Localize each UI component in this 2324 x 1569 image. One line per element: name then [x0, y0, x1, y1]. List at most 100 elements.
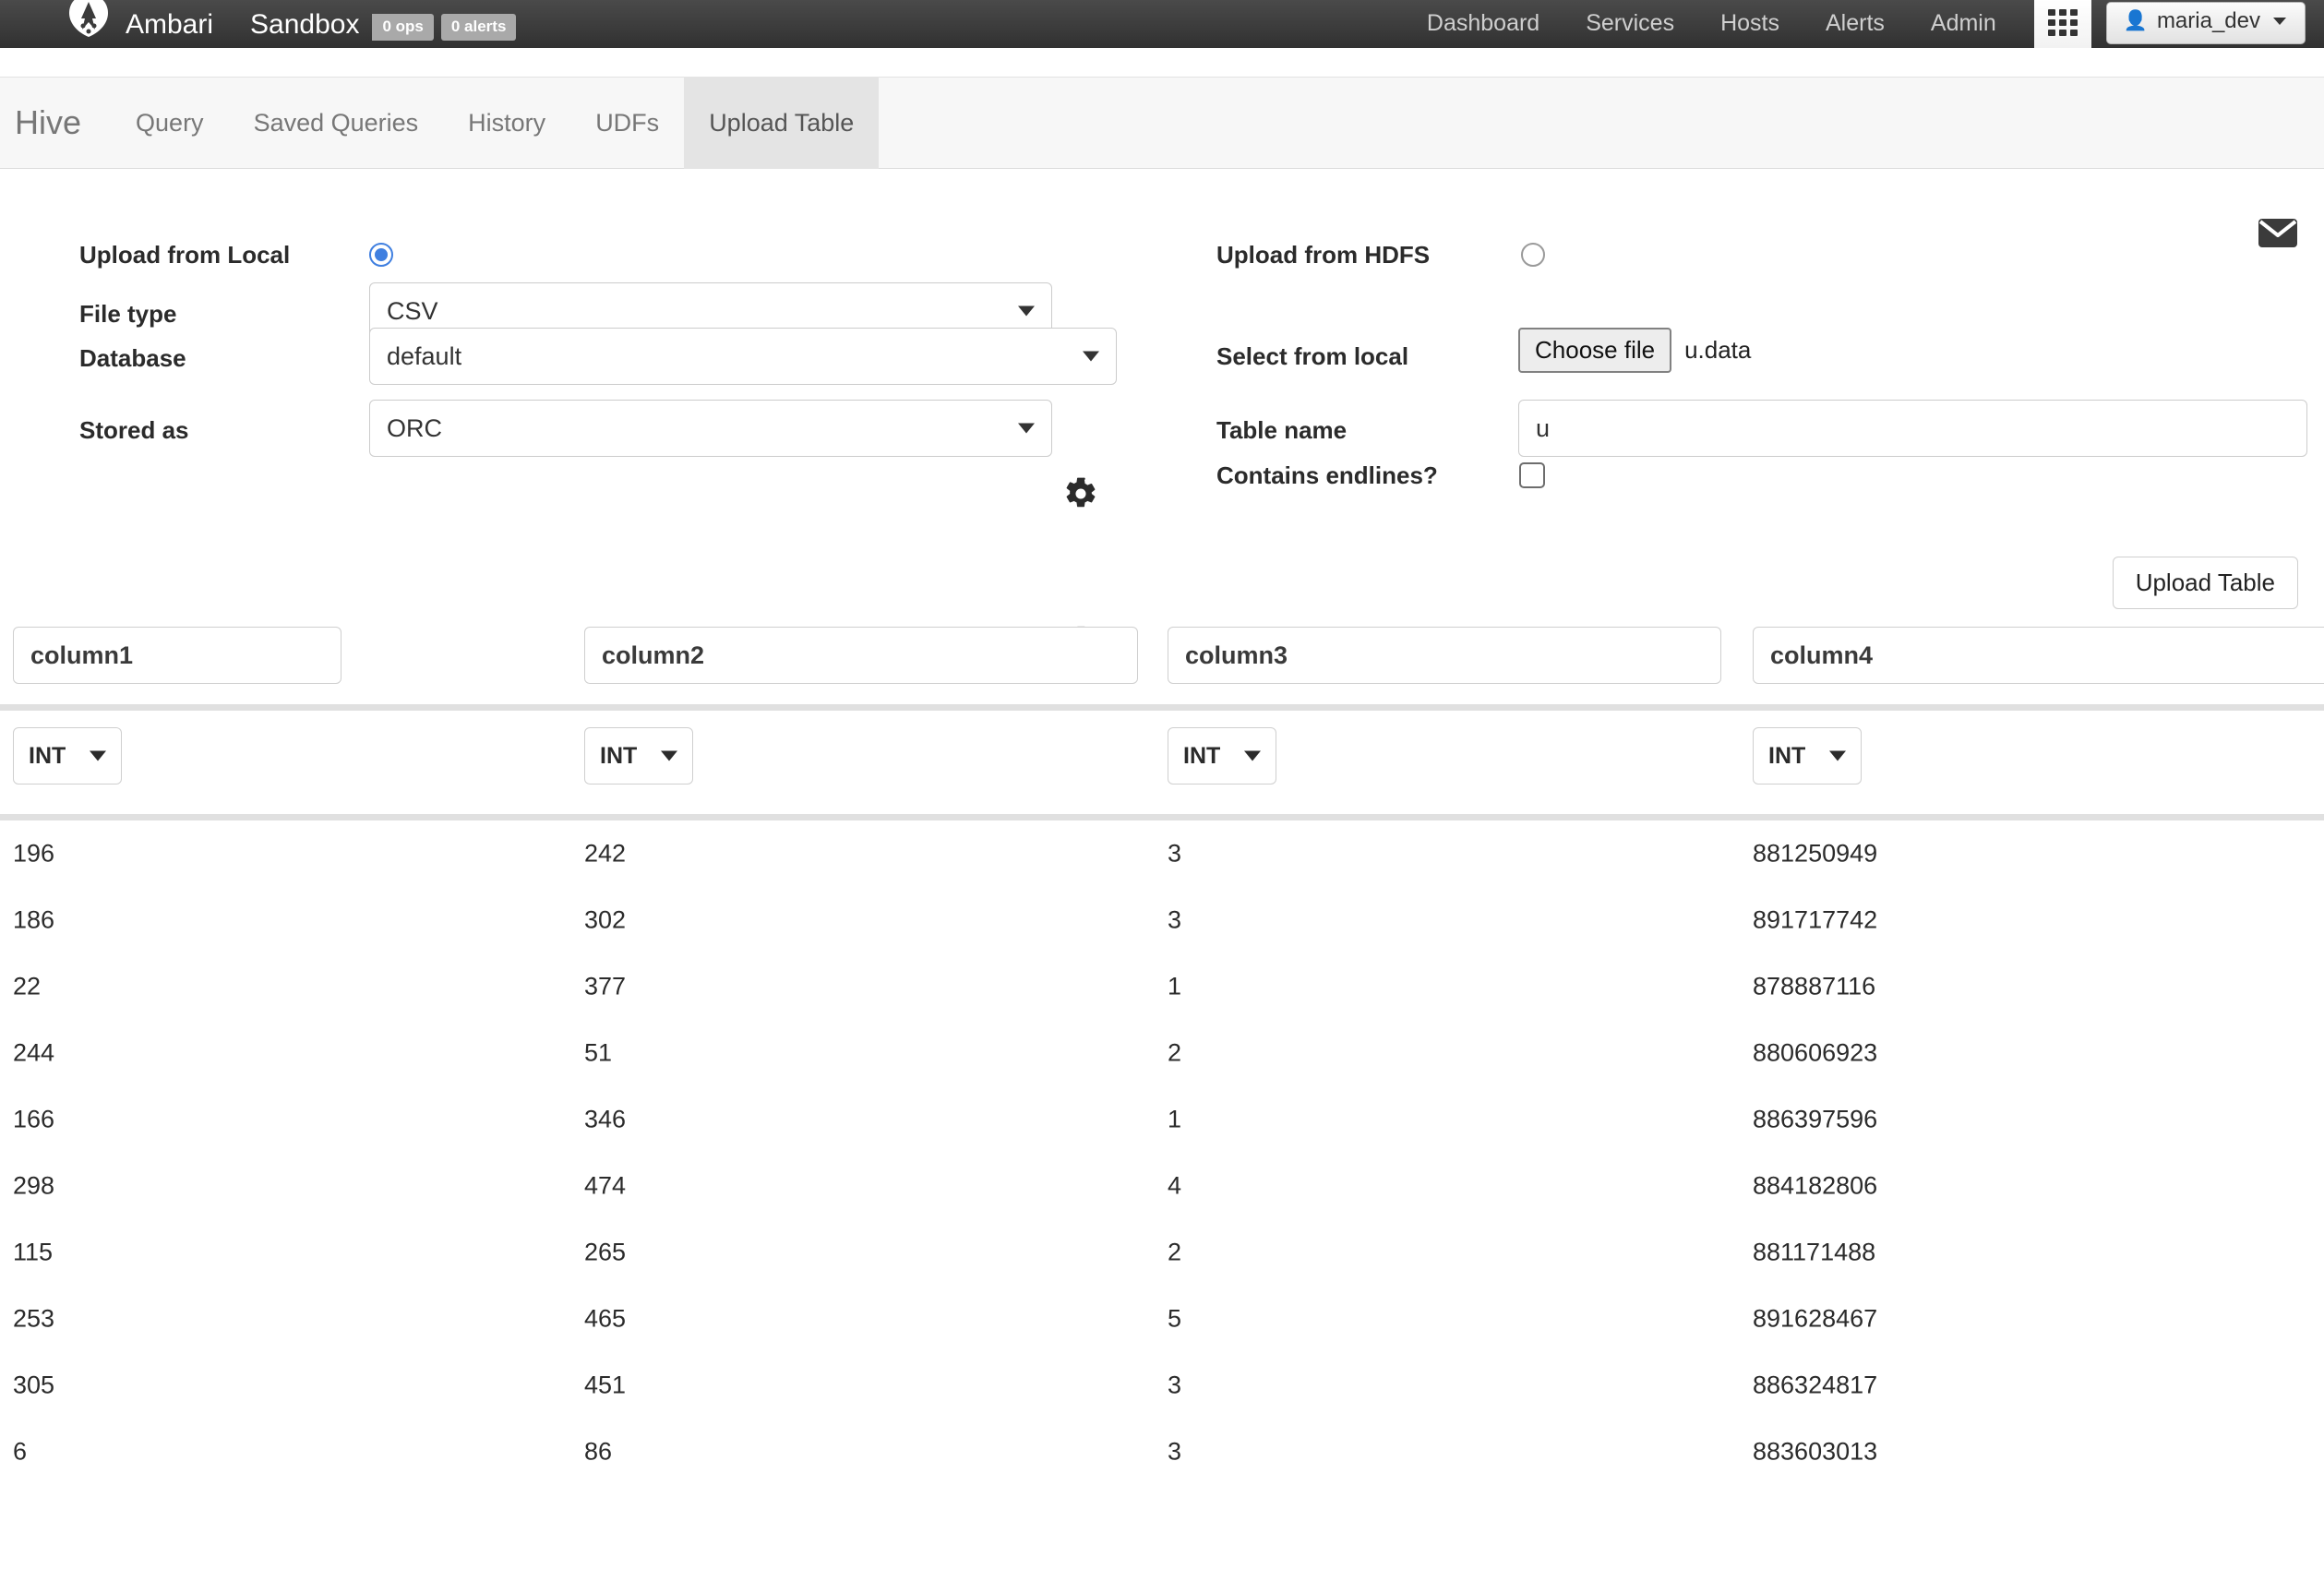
contains-endlines-checkbox[interactable]: [1519, 462, 1545, 488]
chevron-down-icon: [661, 750, 677, 761]
tab-upload-table[interactable]: Upload Table: [684, 77, 880, 169]
column-type-select-3[interactable]: INT: [1168, 727, 1276, 784]
chevron-down-icon: [1244, 750, 1261, 761]
file-type-row: File type: [79, 300, 176, 329]
table-cell: 886397596: [1753, 1105, 1878, 1133]
table-cell: 5: [1168, 1304, 1182, 1333]
table-cell: 253: [13, 1304, 55, 1333]
views-button[interactable]: [2033, 0, 2091, 48]
table-row: 196 242 3 881250949: [0, 820, 2324, 887]
column-name-input-1[interactable]: column1: [13, 627, 341, 684]
table-name-row: Table name: [1216, 416, 1347, 445]
nav-link-dashboard[interactable]: Dashboard: [1404, 12, 1563, 48]
table-cell: 186: [13, 905, 55, 934]
stored-as-row: Stored as: [79, 416, 189, 445]
table-row: 244 51 2 880606923: [0, 1020, 2324, 1086]
column-name-input-3[interactable]: column3: [1168, 627, 1721, 684]
nav-link-hosts[interactable]: Hosts: [1697, 12, 1803, 48]
table-cell: 883603013: [1753, 1437, 1878, 1466]
envelope-icon[interactable]: [2258, 217, 2298, 248]
user-icon: 👤: [2123, 10, 2148, 31]
column-type-value-2: INT: [600, 742, 638, 769]
page-title: Hive: [15, 103, 82, 141]
table-cell: 451: [584, 1371, 627, 1399]
table-preview: column1 column2 column3 column4 INT INT …: [0, 614, 2324, 1485]
nav-link-services[interactable]: Services: [1563, 12, 1697, 48]
brand-name[interactable]: Ambari: [126, 11, 213, 48]
file-type-value: CSV: [387, 296, 438, 325]
cluster-name[interactable]: Sandbox: [250, 11, 359, 48]
table-cell: 474: [584, 1171, 627, 1200]
choose-file-button[interactable]: Choose file: [1518, 328, 1672, 373]
table-cell: 86: [584, 1437, 613, 1466]
table-cell: 891717742: [1753, 905, 1878, 934]
column-type-select-4[interactable]: INT: [1753, 727, 1862, 784]
contains-endlines-checkbox-wrap: [1519, 462, 1545, 488]
table-cell: 196: [13, 839, 55, 868]
chevron-down-icon: [1018, 423, 1035, 434]
table-cell: 3: [1168, 905, 1182, 934]
column-type-select-2[interactable]: INT: [584, 727, 693, 784]
contains-endlines-row: Contains endlines?: [1216, 461, 1438, 490]
ambari-logo-icon[interactable]: [65, 0, 113, 52]
table-name-input[interactable]: u: [1518, 400, 2307, 457]
top-navigation-bar: Ambari Sandbox 0 ops 0 alerts Dashboard …: [0, 0, 2324, 48]
user-menu-button[interactable]: 👤 maria_dev: [2105, 2, 2306, 44]
upload-from-hdfs-radio[interactable]: [1521, 243, 1545, 267]
hive-view-tabbar: Hive Query Saved Queries History UDFs Up…: [0, 77, 2324, 169]
table-row: 166 346 1 886397596: [0, 1086, 2324, 1153]
grid-icon: [2047, 8, 2078, 36]
brand-group: Ambari Sandbox 0 ops 0 alerts: [0, 0, 517, 48]
table-row: 115 265 2 881171488: [0, 1219, 2324, 1286]
stored-as-value: ORC: [387, 413, 442, 442]
table-row: 6 86 3 883603013: [0, 1419, 2324, 1485]
upload-table-button[interactable]: Upload Table: [2112, 557, 2298, 609]
table-cell: 3: [1168, 1371, 1182, 1399]
select-from-local-label: Select from local: [1216, 342, 1409, 370]
table-cell: 2: [1168, 1038, 1182, 1067]
database-value: default: [387, 341, 462, 370]
alerts-badge[interactable]: 0 alerts: [440, 14, 517, 41]
table-cell: 881250949: [1753, 839, 1878, 868]
file-chooser[interactable]: Choose file u.data: [1518, 328, 1751, 373]
table-row: 305 451 3 886324817: [0, 1352, 2324, 1419]
database-select[interactable]: default: [369, 328, 1117, 385]
column-names-row: column1 column2 column3 column4: [0, 614, 2324, 704]
nav-link-alerts[interactable]: Alerts: [1803, 12, 1908, 48]
tab-saved-queries[interactable]: Saved Queries: [229, 77, 444, 169]
tab-udfs[interactable]: UDFs: [570, 77, 684, 169]
table-row: 298 474 4 884182806: [0, 1153, 2324, 1219]
table-cell: 886324817: [1753, 1371, 1878, 1399]
nav-link-admin[interactable]: Admin: [1908, 12, 2019, 48]
table-cell: 891628467: [1753, 1304, 1878, 1333]
table-rows: 196 242 3 881250949 186 302 3 891717742 22 377 1 87…: [0, 820, 2324, 1485]
table-cell: 1: [1168, 1105, 1182, 1133]
ops-badge[interactable]: 0 ops: [372, 14, 434, 41]
database-label: Database: [79, 344, 186, 372]
chevron-down-icon: [2273, 18, 2286, 25]
stored-as-select[interactable]: ORC: [369, 400, 1052, 457]
database-row: Database: [79, 344, 186, 373]
column-type-value-1: INT: [29, 742, 66, 769]
table-cell: 3: [1168, 1437, 1182, 1466]
table-cell: 3: [1168, 839, 1182, 868]
select-from-local-row: Select from local: [1216, 342, 1408, 371]
table-cell: 305: [13, 1371, 55, 1399]
table-cell: 298: [13, 1171, 55, 1200]
top-nav-links: Dashboard Services Hosts Alerts Admin 👤 …: [1404, 0, 2324, 48]
upload-from-local-radio[interactable]: [369, 243, 393, 267]
column-name-input-4[interactable]: column4: [1753, 627, 2324, 684]
chevron-down-icon: [1083, 351, 1099, 362]
user-name: maria_dev: [2156, 8, 2260, 33]
column-type-select-1[interactable]: INT: [13, 727, 122, 784]
column-name-input-2[interactable]: column2: [584, 627, 1138, 684]
table-cell: 2: [1168, 1238, 1182, 1266]
table-row: 22 377 1 878887116: [0, 953, 2324, 1020]
table-cell: 346: [584, 1105, 627, 1133]
tab-history[interactable]: History: [443, 77, 570, 169]
tab-query[interactable]: Query: [111, 77, 229, 169]
table-cell: 242: [584, 839, 627, 868]
table-cell: 880606923: [1753, 1038, 1878, 1067]
table-cell: 465: [584, 1304, 627, 1333]
file-type-settings-gear-icon[interactable]: [1063, 476, 1098, 511]
